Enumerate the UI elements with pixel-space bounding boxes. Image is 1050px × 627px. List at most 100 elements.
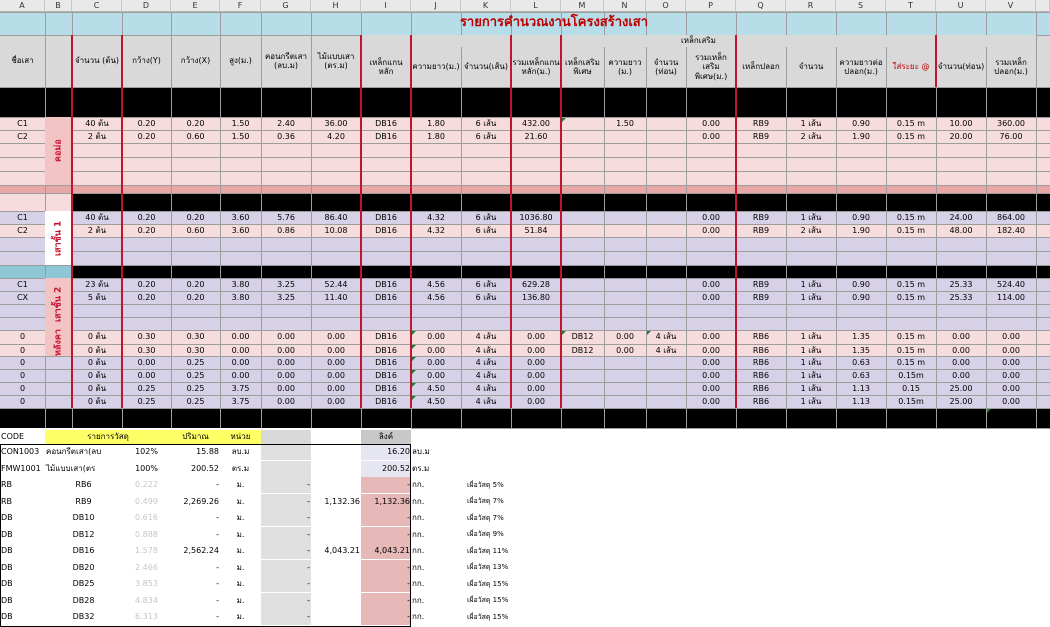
cell-u[interactable]: 48.00 — [936, 224, 986, 237]
cell-m[interactable] — [561, 291, 604, 304]
column-header-h[interactable]: H — [311, 0, 361, 12]
cell-r[interactable]: 1 เส้น — [786, 278, 836, 291]
cell-l[interactable]: 0.00 — [511, 395, 561, 408]
column-header-k[interactable]: K — [461, 0, 511, 12]
cell-i[interactable]: DB16 — [361, 330, 411, 343]
cell-d[interactable]: 0.20 — [122, 211, 171, 224]
cell-g[interactable]: 0.00 — [261, 330, 311, 343]
cell-v[interactable]: 114.00 — [986, 291, 1036, 304]
cell-a[interactable]: 0 — [0, 395, 45, 408]
cell-p[interactable]: 0.00 — [686, 130, 736, 143]
cell-a[interactable]: 0 — [0, 356, 45, 369]
cell-u[interactable]: 0.00 — [936, 356, 986, 369]
cell-m[interactable] — [561, 117, 604, 130]
cell-i[interactable]: DB16 — [361, 291, 411, 304]
cell-t[interactable]: 0.15 m — [886, 224, 936, 237]
cell-i[interactable]: DB16 — [361, 395, 411, 408]
cell-s[interactable]: 0.90 — [836, 211, 886, 224]
cell-a[interactable]: CX — [0, 291, 45, 304]
cell-q[interactable]: RB9 — [736, 211, 786, 224]
cell-s[interactable]: 0.90 — [836, 117, 886, 130]
cell-l[interactable]: 0.00 — [511, 369, 561, 382]
cell-k[interactable]: 6 เส้น — [461, 211, 511, 224]
cell-p[interactable]: 0.00 — [686, 291, 736, 304]
cell-l[interactable]: 0.00 — [511, 356, 561, 369]
cell-a[interactable]: 0 — [0, 330, 45, 343]
cell-d[interactable]: 0.30 — [122, 330, 171, 343]
cell-m[interactable] — [561, 382, 604, 395]
cell-h[interactable]: 0.00 — [311, 382, 361, 395]
cell-s[interactable]: 1.90 — [836, 130, 886, 143]
cell-k[interactable]: 4 เส้น — [461, 369, 511, 382]
cell-r[interactable]: 1 เส้น — [786, 117, 836, 130]
summary-note[interactable]: เผื่อวัสดุ 15% — [461, 576, 561, 592]
cell-v[interactable]: 76.00 — [986, 130, 1036, 143]
cell-n[interactable] — [604, 278, 646, 291]
cell-i[interactable]: DB16 — [361, 224, 411, 237]
summary-note[interactable]: เผื่อวัสดุ 9% — [461, 527, 561, 543]
cell-j[interactable]: 4.56 — [411, 278, 461, 291]
cell-h[interactable]: 0.00 — [311, 356, 361, 369]
cell-o[interactable] — [646, 356, 686, 369]
cell-n[interactable] — [604, 130, 646, 143]
cell-g[interactable]: 0.36 — [261, 130, 311, 143]
cell-j[interactable]: 0.00 — [411, 356, 461, 369]
cell-k[interactable]: 4 เส้น — [461, 330, 511, 343]
cell-e[interactable]: 0.25 — [171, 356, 220, 369]
cell-g[interactable]: 0.00 — [261, 369, 311, 382]
cell-f[interactable]: 3.80 — [220, 278, 261, 291]
cell-a[interactable]: 0 — [0, 382, 45, 395]
column-header-f[interactable]: F — [220, 0, 261, 12]
column-header-c[interactable]: C — [72, 0, 122, 12]
cell-q[interactable]: RB6 — [736, 395, 786, 408]
cell-e[interactable]: 0.25 — [171, 395, 220, 408]
cell-f[interactable]: 1.50 — [220, 130, 261, 143]
cell-g[interactable]: 3.25 — [261, 291, 311, 304]
cell-q[interactable]: RB9 — [736, 117, 786, 130]
cell-s[interactable]: 1.13 — [836, 395, 886, 408]
cell-e[interactable]: 0.25 — [171, 382, 220, 395]
cell-r[interactable]: 1 เส้น — [786, 369, 836, 382]
cell-d[interactable]: 0.20 — [122, 291, 171, 304]
cell-h[interactable]: 4.20 — [311, 130, 361, 143]
cell-k[interactable]: 6 เส้น — [461, 130, 511, 143]
cell-o[interactable] — [646, 369, 686, 382]
summary-link-unit[interactable]: กก. — [411, 543, 461, 559]
column-header-o[interactable]: O — [646, 0, 686, 12]
cell-t[interactable]: 0.15 m — [886, 211, 936, 224]
summary-link-unit[interactable]: กก. — [411, 576, 461, 592]
cell-c[interactable]: 0 ต้น — [72, 330, 122, 343]
cell-q[interactable]: RB6 — [736, 382, 786, 395]
cell-c[interactable]: 40 ต้น — [72, 117, 122, 130]
summary-note[interactable]: เผื่อวัสดุ 7% — [461, 510, 561, 526]
cell-h[interactable]: 52.44 — [311, 278, 361, 291]
cell-t[interactable]: 0.15 m — [886, 330, 936, 343]
cell-n[interactable] — [604, 369, 646, 382]
summary-link-unit[interactable]: ลบ.ม — [411, 444, 461, 460]
cell-f[interactable]: 0.00 — [220, 330, 261, 343]
cell-v[interactable]: 864.00 — [986, 211, 1036, 224]
cell-f[interactable]: 3.75 — [220, 382, 261, 395]
cell-u[interactable]: 25.33 — [936, 291, 986, 304]
cell-p[interactable]: 0.00 — [686, 117, 736, 130]
cell-m[interactable]: DB12 — [561, 330, 604, 343]
cell-v[interactable]: 360.00 — [986, 117, 1036, 130]
cell-k[interactable]: 4 เส้น — [461, 382, 511, 395]
cell-l[interactable]: 136.80 — [511, 291, 561, 304]
cell-l[interactable]: 1036.80 — [511, 211, 561, 224]
cell-p[interactable]: 0.00 — [686, 382, 736, 395]
cell-o[interactable] — [646, 291, 686, 304]
column-header-v[interactable]: V — [986, 0, 1036, 12]
cell-t[interactable]: 0.15m — [886, 395, 936, 408]
cell-r[interactable]: 1 เส้น — [786, 395, 836, 408]
summary-link-unit[interactable]: กก. — [411, 494, 461, 510]
cell-g[interactable]: 0.86 — [261, 224, 311, 237]
cell-s[interactable]: 0.90 — [836, 291, 886, 304]
cell-i[interactable]: DB16 — [361, 369, 411, 382]
cell-u[interactable]: 10.00 — [936, 117, 986, 130]
cell-i[interactable]: DB16 — [361, 117, 411, 130]
cell-j[interactable]: 4.32 — [411, 211, 461, 224]
cell-q[interactable]: RB9 — [736, 291, 786, 304]
cell-p[interactable]: 0.00 — [686, 224, 736, 237]
cell-t[interactable]: 0.15m — [886, 369, 936, 382]
